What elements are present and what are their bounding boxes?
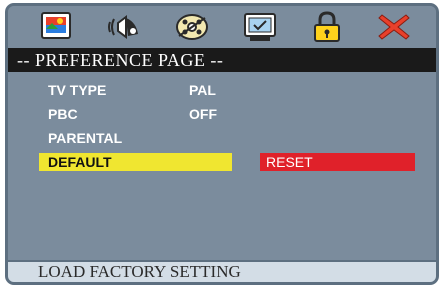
exit-icon[interactable] [376, 10, 412, 44]
menu-item-label: TV TYPE [48, 82, 107, 98]
audio-setup-icon[interactable] [106, 10, 142, 44]
video-setup-icon[interactable] [242, 10, 278, 44]
status-hint: LOAD FACTORY SETTING [8, 260, 436, 282]
menu-item-label: PBC [48, 106, 78, 122]
menu-item-label: DEFAULT [48, 154, 112, 170]
page-title: -- PREFERENCE PAGE -- [8, 48, 436, 72]
general-setup-icon[interactable] [38, 10, 74, 44]
menu-item-label: PARENTAL [48, 130, 123, 146]
menu-item-value: PAL [189, 82, 216, 98]
setup-icon-bar [8, 6, 436, 48]
setup-menu-window: -- PREFERENCE PAGE -- TV TYPE PAL PBC OF… [5, 3, 439, 285]
preference-lock-icon[interactable] [309, 10, 345, 44]
menu-item-default[interactable]: DEFAULT RESET [8, 152, 436, 172]
preference-list: TV TYPE PAL PBC OFF PARENTAL DEFAULT RES… [8, 72, 436, 260]
menu-item-value: OFF [189, 106, 217, 122]
reset-option[interactable]: RESET [260, 153, 415, 171]
menu-item-parental[interactable]: PARENTAL [8, 128, 436, 148]
menu-item-tv-type[interactable]: TV TYPE PAL [8, 80, 436, 100]
menu-item-pbc[interactable]: PBC OFF [8, 104, 436, 124]
dolby-setup-icon[interactable] [174, 10, 210, 44]
